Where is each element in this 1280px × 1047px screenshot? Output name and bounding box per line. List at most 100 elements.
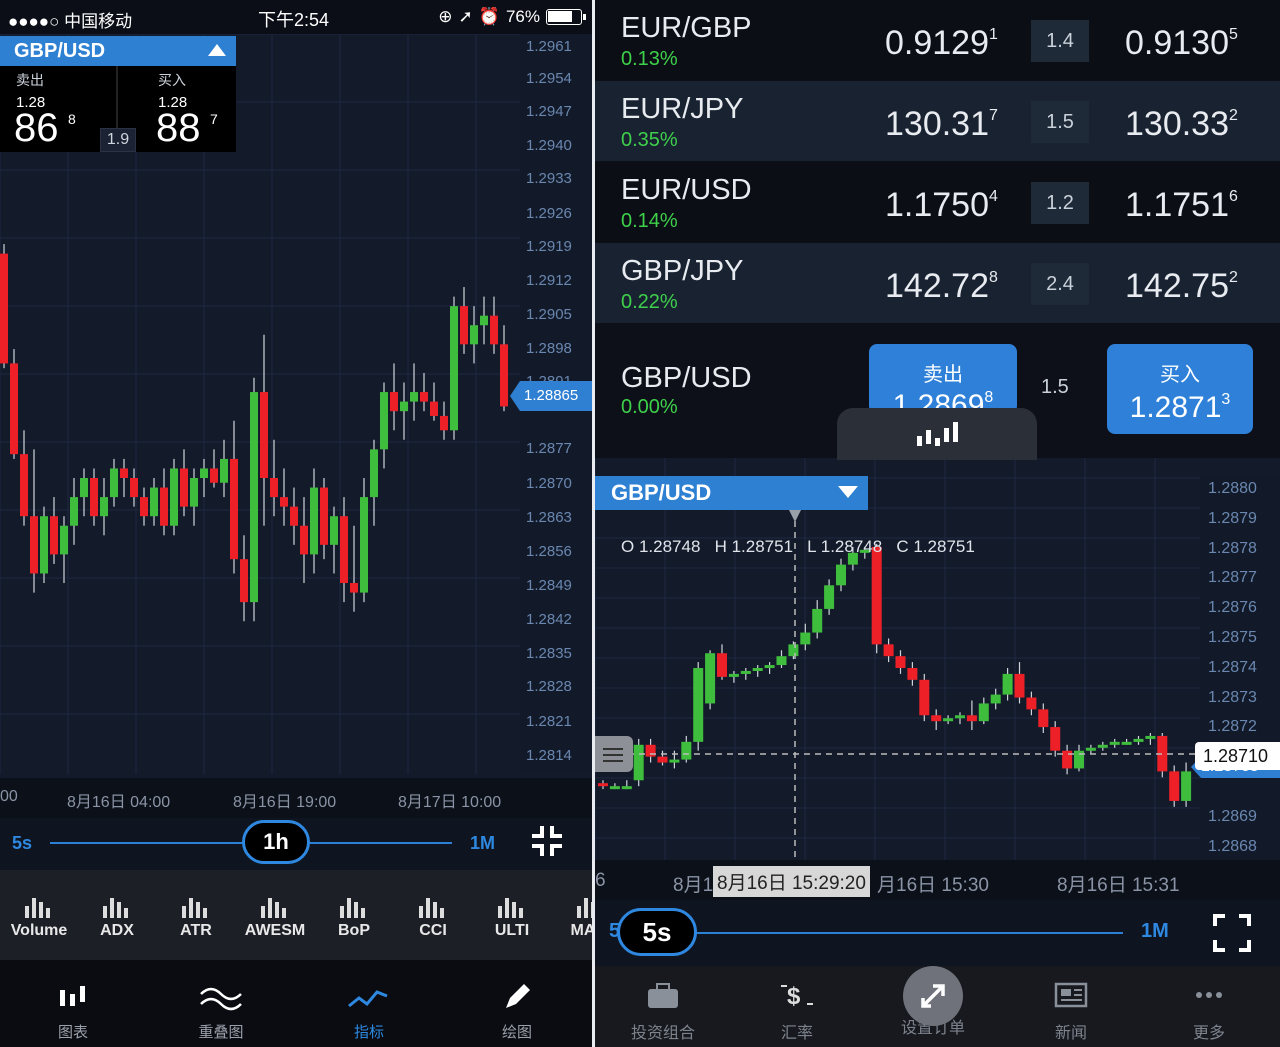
right-pair-selector[interactable]: GBP/USD: [595, 476, 868, 510]
price-tick: 1.2898: [526, 340, 572, 357]
price-tick: 1.2873: [1208, 688, 1257, 706]
indicator-maci[interactable]: MACI: [552, 886, 592, 940]
candle: [1074, 744, 1084, 772]
more-icon: [1149, 980, 1269, 1015]
candle: [1002, 668, 1013, 701]
sell-label: 卖出: [16, 72, 44, 88]
buy-quote[interactable]: 买入 1.28 88 7: [120, 66, 236, 152]
ask-sup: 5: [1229, 26, 1238, 43]
candle: [230, 420, 238, 574]
candle: [490, 296, 498, 354]
time-label: 8月1: [673, 875, 714, 896]
indicator-awesm[interactable]: AWESM: [236, 886, 314, 940]
right-timeframe-slider[interactable]: 5 5s 1M: [595, 900, 1280, 966]
row-change: 0.13%: [621, 48, 678, 70]
indicator-volume[interactable]: Volume: [0, 886, 78, 940]
candle: [1038, 703, 1049, 733]
right-panel: EUR/GBP 0.13% 0.91291 1.4 0.91305 EUR/JPY 0.35…: [595, 0, 1280, 1047]
watchlist-row[interactable]: GBP/JPY 0.22% 142.728 2.4 142.752: [595, 243, 1280, 323]
buy-big-digits: 88: [156, 106, 201, 150]
indicator-icon: [0, 886, 78, 920]
row-ask[interactable]: 0.91305: [1125, 24, 1238, 63]
candle: [621, 780, 632, 790]
candle: [919, 673, 930, 722]
right-candle-chart[interactable]: [595, 458, 1200, 860]
candle: [420, 372, 428, 412]
candle: [788, 641, 799, 660]
price-tick: 1.2926: [526, 205, 572, 222]
sell-button[interactable]: 卖出 1.28698: [869, 344, 1017, 422]
candle: [240, 535, 248, 622]
tab-more[interactable]: 更多: [1149, 980, 1269, 1043]
tab-label: 更多: [1192, 1025, 1225, 1042]
candle: [752, 665, 763, 677]
buy-button[interactable]: 买入 1.28713: [1107, 344, 1253, 434]
price-tick: 1.2835: [526, 645, 572, 662]
time-label: 8月16日 15:31: [1057, 875, 1180, 896]
indicator-adx[interactable]: ADX: [78, 886, 156, 940]
tab-indicator-trend[interactable]: 指标: [314, 982, 424, 1042]
watchlist-row[interactable]: EUR/JPY 0.35% 130.317 1.5 130.332: [595, 81, 1280, 161]
indicator-ulti[interactable]: ULTI: [473, 886, 551, 940]
row-ask[interactable]: 142.752: [1125, 267, 1238, 306]
collapse-fullscreen-icon[interactable]: [530, 824, 564, 858]
order-lines-handle[interactable]: [595, 736, 633, 772]
left-pair-selector[interactable]: GBP/USD: [0, 36, 236, 66]
candle: [400, 382, 408, 440]
buy-button-price: 1.28713: [1107, 391, 1253, 425]
tab-chart-candles[interactable]: 图表: [18, 982, 128, 1042]
status-right: ⊕ ➚ ⏰ 76%: [438, 7, 586, 27]
candle: [776, 650, 787, 668]
chart-drawer-handle[interactable]: [837, 408, 1037, 460]
price-tick: 1.2940: [526, 137, 572, 154]
tab-set-order[interactable]: 设置订单: [873, 966, 993, 1038]
tab-exchange-rate[interactable]: $ 汇率: [737, 980, 857, 1043]
candle: [657, 750, 668, 766]
candle: [955, 712, 965, 725]
tab-news[interactable]: 新闻: [1011, 980, 1131, 1043]
chevron-down-icon[interactable]: [838, 486, 858, 498]
tab-overlay-wave[interactable]: 重叠图: [166, 982, 276, 1042]
candle: [80, 468, 88, 517]
crosshair-marker-icon: [789, 510, 801, 522]
price-tick: 1.2877: [1208, 569, 1257, 587]
indicator-icon: [78, 886, 156, 920]
ask-price: 130.33: [1125, 105, 1229, 143]
row-bid[interactable]: 0.91291: [885, 24, 998, 63]
left-panel: ●●●●○ 中国移动 下午2:54 ⊕ ➚ ⏰ 76% GBP/USD 卖出 1…: [0, 0, 592, 1047]
candle: [140, 487, 148, 526]
indicator-label: Volume: [10, 922, 68, 939]
candle: [120, 458, 128, 498]
slider-thumb[interactable]: 1h: [242, 820, 310, 864]
fullscreen-icon[interactable]: [1213, 914, 1251, 952]
candle: [20, 430, 28, 526]
watchlist-row[interactable]: EUR/GBP 0.13% 0.91291 1.4 0.91305: [595, 0, 1280, 80]
left-timeframe-slider[interactable]: 5s 1h 1M: [0, 818, 592, 870]
ask-price: 1.1751: [1125, 186, 1229, 224]
row-bid[interactable]: 1.17504: [885, 186, 998, 225]
row-ask[interactable]: 130.332: [1125, 105, 1238, 144]
right-chart-area[interactable]: [595, 458, 1280, 860]
bid-sup: 8: [989, 269, 998, 286]
watchlist-row[interactable]: EUR/USD 0.14% 1.17504 1.2 1.17516: [595, 162, 1280, 242]
candle: [824, 579, 835, 615]
row-bid[interactable]: 130.317: [885, 105, 998, 144]
tab-drawing-pencil[interactable]: 绘图: [462, 982, 572, 1042]
row-bid[interactable]: 142.728: [885, 267, 998, 306]
tab-briefcase[interactable]: 投资组合: [603, 980, 723, 1043]
row-symbol: EUR/USD: [621, 174, 752, 206]
candle: [1097, 741, 1108, 751]
price-tick: 1.2842: [526, 611, 572, 628]
slider-track[interactable]: [685, 932, 1123, 934]
indicator-bop[interactable]: BoP: [315, 886, 393, 940]
indicator-cci[interactable]: CCI: [394, 886, 472, 940]
row-ask[interactable]: 1.17516: [1125, 186, 1238, 225]
ask-sup: 2: [1229, 107, 1238, 124]
slider-thumb[interactable]: 5s: [617, 908, 697, 956]
price-tick: 1.2849: [526, 577, 572, 594]
collapse-arrow-icon[interactable]: [208, 44, 226, 56]
indicator-atr[interactable]: ATR: [157, 886, 235, 940]
left-chart-area[interactable]: [0, 34, 592, 828]
bid-price: 0.9129: [885, 24, 989, 62]
row-spread: 1.4: [1031, 20, 1089, 62]
